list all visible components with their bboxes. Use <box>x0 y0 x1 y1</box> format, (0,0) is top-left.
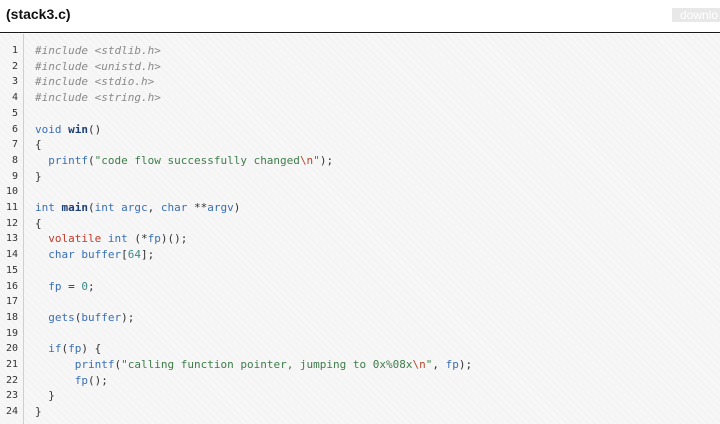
code-line: #include <stdlib.h> <box>35 44 161 57</box>
line-number: 20 <box>5 343 18 355</box>
line-number: 16 <box>5 280 18 292</box>
code-line: fp = 0; <box>48 279 95 293</box>
line-number: 12 <box>5 217 18 229</box>
line-number: 14 <box>5 249 18 261</box>
code-line: #include <stdio.h> <box>35 75 155 89</box>
code-line: { <box>35 138 42 152</box>
code-line: #include <string.h> <box>35 91 161 105</box>
code-viewer: 1 2 3 4 5 6 7 8 9 10 11 12 13 14 15 16 17 18 19 20 21 22 23 24 … <box>0 34 720 424</box>
line-number: 23 <box>5 390 18 402</box>
line-number: 10 <box>5 186 18 198</box>
line-number: 9 <box>11 170 18 182</box>
line-number: 22 <box>5 374 18 386</box>
line-number: 11 <box>5 202 18 213</box>
line-number: 7 <box>11 139 18 151</box>
code-line: void win() <box>35 122 102 136</box>
code-line: int main(int argc, char **argv) <box>35 201 241 214</box>
line-number: 21 <box>5 359 18 370</box>
download-link[interactable]: downlo <box>671 8 720 22</box>
code-line: volatile int (*fp)(); <box>48 232 188 246</box>
line-number: 2 <box>11 60 18 72</box>
code-line: } <box>48 389 55 403</box>
code-line: printf("code flow successfully changed\n… <box>48 153 334 167</box>
code-line: if(fp) { <box>48 342 102 356</box>
code-line: } <box>35 405 42 419</box>
line-number-gutter: 1 2 3 4 5 6 7 8 9 10 11 12 13 14 15 16 17 18 19 20 21 22 23 24 <box>0 34 24 424</box>
line-number: 8 <box>11 154 18 166</box>
code-line: char buffer[64]; <box>48 248 155 262</box>
file-header: (stack3.c) downlo <box>0 0 720 33</box>
line-number: 6 <box>11 123 18 135</box>
file-title: (stack3.c) <box>6 6 71 22</box>
code-line: } <box>35 169 42 183</box>
code-line: #include <unistd.h> <box>35 59 161 73</box>
code-line: gets(buffer); <box>48 310 135 324</box>
line-number: 15 <box>5 264 18 276</box>
code-line: fp(); <box>74 373 108 387</box>
line-number: 24 <box>5 406 18 418</box>
line-number: 18 <box>5 311 18 323</box>
code-line: { <box>35 216 42 230</box>
line-number: 3 <box>11 76 18 88</box>
code-line: printf("calling function pointer, jumpin… <box>74 358 473 371</box>
line-number: 13 <box>5 233 18 245</box>
line-number: 4 <box>11 92 18 104</box>
line-number: 1 <box>11 45 18 56</box>
line-number: 19 <box>5 327 18 339</box>
line-number: 5 <box>11 107 18 119</box>
line-number: 17 <box>5 296 18 308</box>
